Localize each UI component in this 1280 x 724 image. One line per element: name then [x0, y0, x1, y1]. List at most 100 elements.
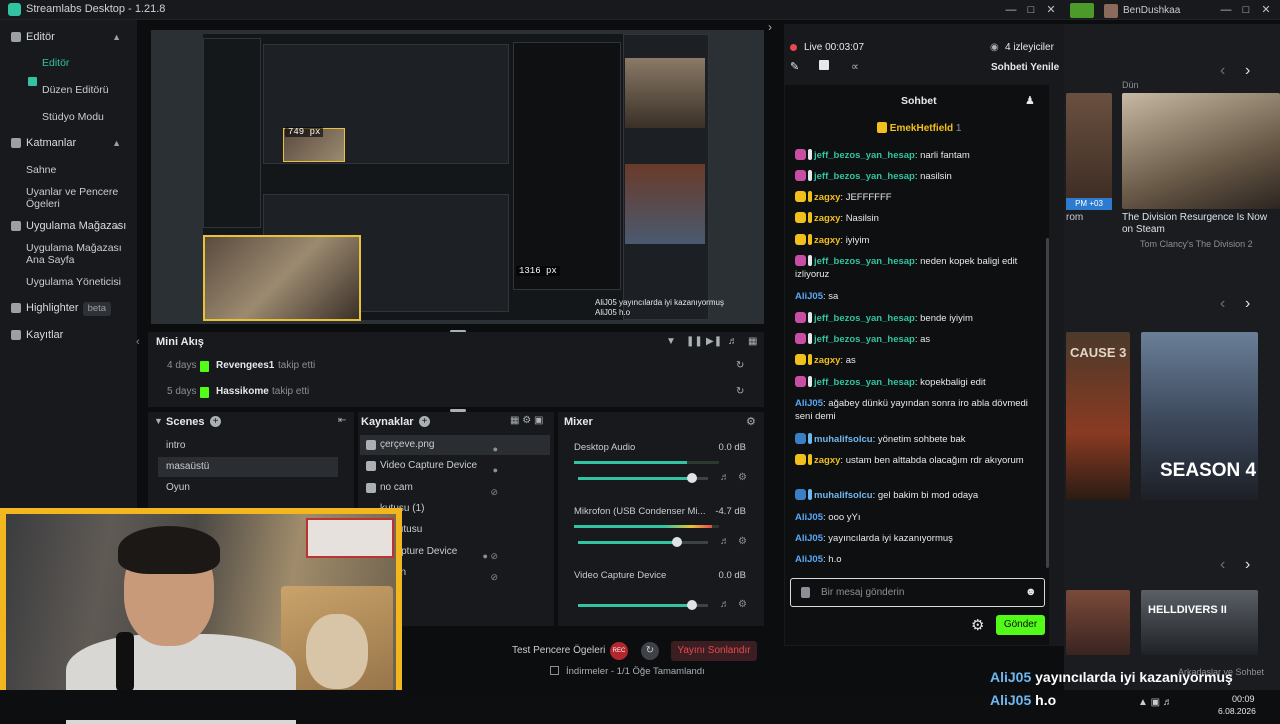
chat-username[interactable]: jeff_bezos_yan_hesap [814, 256, 915, 267]
maximize-icon[interactable]: □ [1238, 2, 1254, 18]
sidebar-item-app-store-home[interactable]: Uygulama Mağazası Ana Sayfa [26, 242, 126, 266]
mute-icon[interactable]: ♬ [720, 472, 730, 483]
source-item[interactable]: çerçeve.png ● [360, 435, 550, 455]
division-card[interactable] [1122, 93, 1280, 209]
chat-username[interactable]: jeff_bezos_yan_hesap [814, 150, 915, 161]
close-icon[interactable]: ✕ [1258, 2, 1274, 18]
chat-username[interactable]: AliJ05 [795, 512, 823, 523]
download-status[interactable]: İndirmeler - 1/1 Öğe Tamamlandı [566, 666, 705, 677]
chat-username[interactable]: jeff_bezos_yan_hesap [814, 171, 915, 182]
collapse-left-icon[interactable]: ‹ [136, 336, 140, 348]
info-icon[interactable] [819, 60, 829, 70]
prev-arrow-icon[interactable]: ‹ [1220, 295, 1225, 313]
share-icon[interactable]: ∝ [851, 60, 859, 73]
sidebar-item-layout-editor[interactable]: Düzen Editörü [42, 84, 142, 96]
next-arrow-icon[interactable]: › [1245, 295, 1250, 313]
volume-slider[interactable] [578, 537, 708, 547]
user-name[interactable]: BenDushkaa [1123, 5, 1180, 16]
next-arrow-icon[interactable]: › [1245, 62, 1250, 80]
avatar[interactable] [1104, 4, 1118, 18]
chat-username[interactable]: zagxy [814, 355, 840, 366]
next-arrow-icon[interactable]: › [1245, 556, 1250, 574]
send-button[interactable]: Gönder [996, 615, 1045, 635]
emoji-icon[interactable]: ☻ [1025, 586, 1037, 598]
stream-preview[interactable]: 749 px 1316 px AliJ05 yayıncılarda iyi k… [151, 30, 764, 324]
mixer-settings-icon[interactable]: ⚙ [746, 415, 756, 428]
chat-input[interactable]: Bir mesaj gönderin ☻ [790, 578, 1045, 607]
pause-icon[interactable]: ❚❚ [686, 336, 703, 347]
sidebar-section-app-store[interactable]: Uygulama Mağazası ▲ [0, 215, 137, 237]
chat-username[interactable]: jeff_bezos_yan_hesap [814, 377, 915, 388]
prev-arrow-icon[interactable]: ‹ [1220, 556, 1225, 574]
chat-username[interactable]: zagxy [814, 192, 840, 203]
replay-icon[interactable]: ↻ [736, 356, 744, 376]
popout-icon[interactable]: ▦ [748, 336, 757, 347]
sidebar-section-editor[interactable]: Editör ▲ [0, 26, 137, 48]
sidebar-item-scene[interactable]: Sahne [26, 164, 126, 176]
sidebar-item-app-manager[interactable]: Uygulama Yöneticisi [26, 276, 126, 288]
filter-icon[interactable]: ▼ [666, 336, 676, 347]
sidebar-item-records[interactable]: Kayıtlar [0, 324, 137, 346]
source-item[interactable]: no cam ⊘ [360, 478, 550, 498]
rec-button[interactable]: REC [610, 642, 628, 660]
sidebar-section-layers[interactable]: Katmanlar ▲ [0, 132, 137, 154]
game-card-helldivers[interactable] [1141, 590, 1258, 655]
scene-item-selected[interactable]: masaüstü [158, 457, 338, 477]
expand-right-icon[interactable]: › [768, 20, 772, 34]
mute-icon[interactable]: ♬ [720, 536, 730, 547]
close-icon[interactable]: ✕ [1043, 2, 1059, 18]
sidebar-item-alerts-widgets[interactable]: Uyanlar ve Pencere Ögeleri [26, 186, 126, 210]
webcam-source-frame[interactable] [203, 235, 361, 321]
chat-settings-icon[interactable]: ⚙ [971, 616, 984, 634]
edit-icon[interactable]: ✎ [790, 60, 799, 73]
channel-settings-icon[interactable]: ⚙ [738, 536, 747, 547]
chat-username[interactable]: AliJ05 [795, 291, 823, 302]
chat-username[interactable]: AliJ05 [795, 398, 823, 409]
tray-icons[interactable]: ▲ ▣ ♬ [1138, 697, 1173, 708]
nested-thumb-1 [625, 58, 705, 128]
chat-username[interactable]: AliJ05 [795, 554, 823, 565]
channel-settings-icon[interactable]: ⚙ [738, 472, 747, 483]
scene-item[interactable]: Oyun [158, 478, 338, 498]
volume-slider[interactable] [578, 473, 708, 483]
refresh-chat-button[interactable]: Sohbeti Yenile [991, 62, 1059, 73]
minimize-icon[interactable]: — [1003, 2, 1019, 18]
channel-settings-icon[interactable]: ⚙ [738, 599, 747, 610]
maximize-icon[interactable]: □ [1023, 2, 1039, 18]
add-source-icon[interactable]: + [419, 416, 430, 427]
notification-icon[interactable] [1070, 3, 1094, 18]
volume-icon[interactable]: ♬ [728, 336, 738, 347]
chat-username[interactable]: jeff_bezos_yan_hesap [814, 334, 915, 345]
prev-arrow-icon[interactable]: ‹ [1220, 62, 1225, 80]
chat-username[interactable]: AliJ05 [795, 533, 823, 544]
collapse-arrow-icon[interactable]: ▼ [154, 416, 163, 426]
replay-icon[interactable]: ↻ [736, 382, 744, 402]
replay-buffer-button[interactable]: ↻ [641, 642, 659, 660]
chat-username[interactable]: zagxy [814, 213, 840, 224]
chat-username[interactable]: muhalifsolcu [814, 490, 873, 501]
division-title[interactable]: The Division Resurgence Is Now on Steam [1122, 212, 1280, 236]
source-tools-icon[interactable]: ▦ ⚙ ▣ [510, 415, 543, 426]
test-widgets-label[interactable]: Test Pencere Ögeleri [512, 641, 605, 661]
sub-badge-icon [808, 255, 812, 266]
game-card-3[interactable] [1066, 590, 1130, 655]
sidebar-item-highlighter[interactable]: Highlighter beta [0, 297, 137, 319]
collapse-icon[interactable]: ⇤ [338, 415, 346, 426]
chat-username[interactable]: muhalifsolcu [814, 434, 873, 445]
scene-item[interactable]: intro [158, 436, 338, 456]
sidebar-item-editor[interactable]: Editör [42, 57, 142, 69]
users-icon[interactable]: ♟ [1025, 94, 1035, 107]
chat-username[interactable]: jeff_bezos_yan_hesap [814, 313, 915, 324]
mute-icon[interactable]: ♬ [720, 599, 730, 610]
volume-slider[interactable] [578, 600, 708, 610]
end-stream-button[interactable]: Yayını Sonlandır [671, 641, 757, 661]
add-scene-icon[interactable]: + [210, 416, 221, 427]
chat-username[interactable]: zagxy [814, 235, 840, 246]
source-item[interactable]: Video Capture Device ● [360, 456, 550, 476]
sidebar-item-studio-mode[interactable]: Stüdyo Modu [42, 111, 142, 123]
minimize-icon[interactable]: — [1218, 2, 1234, 18]
game-card-left[interactable] [1066, 93, 1112, 209]
chat-username[interactable]: zagxy [814, 455, 840, 466]
chat-scrollbar[interactable] [1046, 238, 1049, 568]
skip-icon[interactable]: ▶❚ [706, 336, 722, 347]
